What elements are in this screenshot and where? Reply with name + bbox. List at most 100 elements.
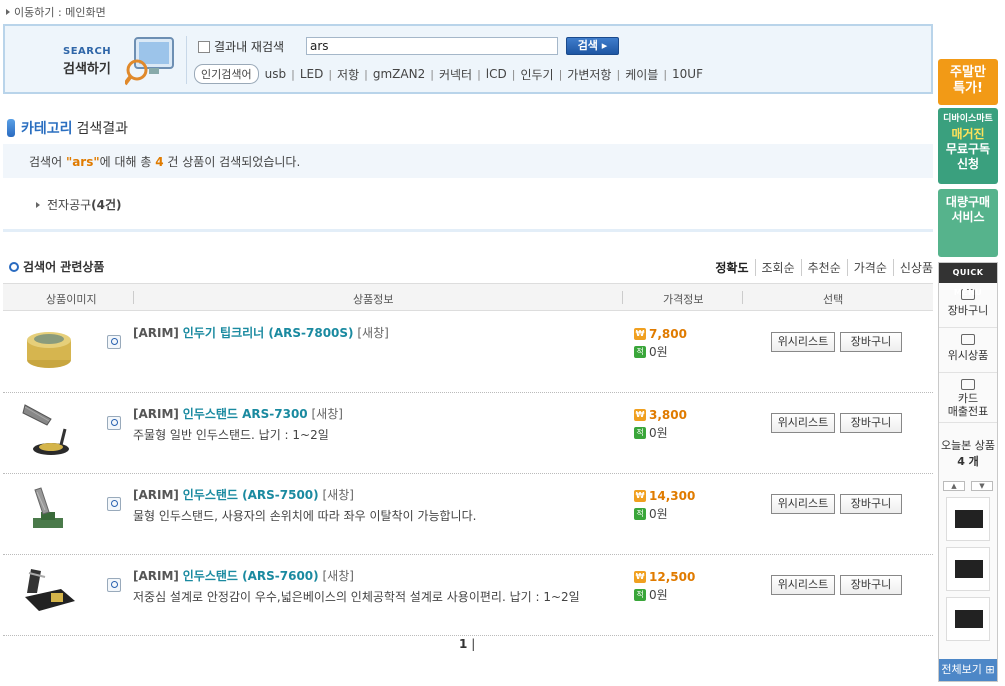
new-window-link[interactable]: [새창] [357,326,388,340]
chip-icon [955,510,983,528]
popular-keyword[interactable]: 커넥터 [439,66,472,83]
price-value: 7,800 [649,327,687,341]
receipt-icon [961,379,975,390]
sort-options: 정확도 조회순 추천순 가격순 신상품 [709,259,933,276]
search-logo-ko: 검색하기 [63,62,111,77]
add-to-cart-button[interactable]: 장바구니 [840,575,902,595]
keyword-sep: | [291,67,295,81]
add-to-cart-button[interactable]: 장바구니 [840,332,902,352]
add-to-cart-button[interactable]: 장바구니 [840,494,902,514]
quick-wishlist[interactable]: 위시상품 [939,328,997,373]
keyword-sep: | [511,67,516,81]
re-search-option[interactable]: 결과내 재검색 [198,38,284,55]
column-divider [622,291,623,304]
quick-item-label: 장바구니 [947,304,989,317]
result-suffix: 건 상품이 검색되었습니다. [163,155,301,169]
popular-keyword[interactable]: 케이블 [625,66,658,83]
product-image[interactable] [21,482,77,538]
breadcrumb: 이동하기 : 메인화면 [6,4,106,20]
popular-keyword[interactable]: usb [265,67,286,81]
product-name[interactable]: 인두기 팁크리너 (ARS-7800S) [183,326,354,340]
product-image[interactable] [21,401,77,457]
promo-line: 주말만 [950,65,986,80]
search-button-label: 검색 [577,39,598,52]
product-image[interactable] [21,320,77,376]
zoom-icon[interactable] [107,335,121,349]
bulk-order-banner[interactable]: 대량구매 서비스 [938,189,998,257]
product-description: 주물형 일반 인두스탠드. 납기 : 1~2일 [133,428,329,442]
sort-new[interactable]: 신상품 [892,259,933,276]
wishlist-button[interactable]: 위시리스트 [771,413,835,433]
result-keyword: "ars" [65,155,100,169]
product-name[interactable]: 인두스탠드 (ARS-7500) [183,488,319,502]
product-price: ₩14,300 [634,489,695,503]
breadcrumb-current[interactable]: 메인화면 [65,6,105,19]
product-image[interactable] [21,563,77,619]
product-description: 저중심 설계로 안정감이 우수,넓은베이스의 인체공학적 설계로 사용이편리. … [133,590,580,604]
popular-keyword[interactable]: LED [300,67,324,81]
zoom-icon[interactable] [107,416,121,430]
view-all-button[interactable]: 전체보기 ⊞ [939,659,997,681]
new-window-link[interactable]: [새창] [322,569,353,583]
new-window-link[interactable]: [새창] [322,488,353,502]
column-info: 상품정보 [353,293,394,306]
breadcrumb-sep: : [57,6,62,19]
sort-price[interactable]: 가격순 [846,259,893,276]
search-input[interactable] [306,37,558,55]
product-title[interactable]: [ARIM] 인두스탠드 (ARS-7600) [새창] [133,567,354,584]
promo-line: 특가! [953,81,983,96]
product-points: 적 0원 [634,424,668,441]
price-icon: ₩ [634,490,646,502]
recent-product-thumb[interactable] [946,597,990,641]
down-arrow-icon[interactable]: ▼ [971,481,993,491]
product-name[interactable]: 인두스탠드 ARS-7300 [183,407,308,421]
wishlist-button[interactable]: 위시리스트 [771,494,835,514]
popular-keyword[interactable]: lCD [486,67,507,81]
popular-keyword[interactable]: 인두기 [520,66,553,83]
sort-accuracy[interactable]: 정확도 [709,259,754,276]
zoom-icon[interactable] [107,497,121,511]
keyword-sep: | [430,67,434,81]
search-button[interactable]: 검색 ▸ [566,37,619,55]
recent-product-thumb[interactable] [946,547,990,591]
up-arrow-icon[interactable]: ▲ [943,481,965,491]
product-title[interactable]: [ARIM] 인두스탠드 ARS-7300 [새창] [133,405,343,422]
product-brand: [ARIM] [133,326,179,340]
popular-keyword[interactable]: 가변저항 [567,66,611,83]
keyword-sep: | [616,67,621,81]
column-divider [742,291,743,304]
promo-line: 대량구매 [945,195,991,209]
points-icon: 적 [634,345,646,358]
new-window-link[interactable]: [새창] [312,407,343,421]
sort-recommend[interactable]: 추천순 [800,259,847,276]
keyword-sep: | [477,67,481,81]
table-row: [ARIM] 인두스탠드 (ARS-7500) [새창] 물형 인두스탠드, 사… [3,474,933,555]
quick-card-receipt[interactable]: 카드 매출전표 [939,373,997,423]
re-search-checkbox[interactable] [198,40,210,53]
product-name[interactable]: 인두스탠드 (ARS-7600) [183,569,319,583]
keyword-sep: | [558,67,563,81]
category-item[interactable]: 전자공구(4건) [36,196,122,213]
recent-product-thumb[interactable] [946,497,990,541]
weekend-sale-banner[interactable]: 주말만 특가! [938,59,998,105]
product-title[interactable]: [ARIM] 인두스탠드 (ARS-7500) [새창] [133,486,354,503]
popular-keyword[interactable]: 10UF [672,67,703,81]
page-sep: | [471,637,476,651]
pagination: 1 | [459,637,475,651]
page-number[interactable]: 1 [459,637,467,651]
magazine-banner[interactable]: 디바이스마트 매거진 무료구독 신청 [938,108,998,184]
popular-keyword[interactable]: 저항 [337,66,359,83]
breadcrumb-label: 이동하기 [14,6,55,19]
search-panel: SEARCH 검색하기 결과내 재검색 검색 ▸ 인기검색어 usb | LED |… [3,24,933,94]
keyword-sep: | [328,67,333,81]
quick-menu: QUICK MENU 장바구니 위시상품 카드 매출전표 오늘본 상품 4 개 … [938,262,998,682]
product-title[interactable]: [ARIM] 인두기 팁크리너 (ARS-7800S) [새창] [133,324,389,341]
table-row: [ARIM] 인두기 팁크리너 (ARS-7800S) [새창] ₩7,800 … [3,312,933,393]
zoom-icon[interactable] [107,578,121,592]
wishlist-button[interactable]: 위시리스트 [771,575,835,595]
popular-keyword[interactable]: gmZAN2 [373,67,425,81]
keyword-sep: | [364,67,368,81]
wishlist-button[interactable]: 위시리스트 [771,332,835,352]
sort-views[interactable]: 조회순 [754,259,801,276]
add-to-cart-button[interactable]: 장바구니 [840,413,902,433]
